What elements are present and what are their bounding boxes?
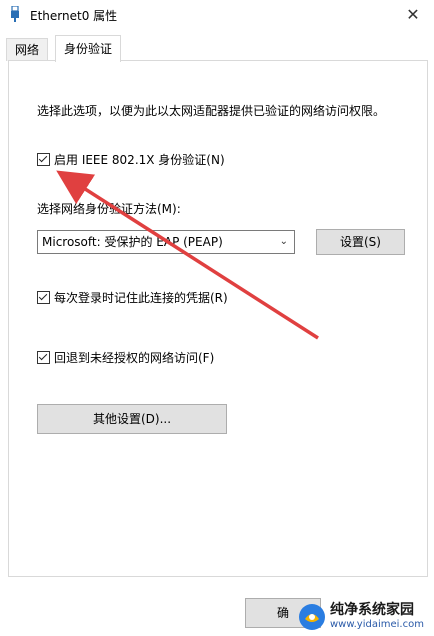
tab-network[interactable]: 网络	[6, 38, 49, 61]
checkbox-checked-icon[interactable]	[37, 351, 50, 364]
auth-method-value: Microsoft: 受保护的 EAP (PEAP)	[42, 235, 223, 249]
enable-8021x-checkbox[interactable]: 启用 IEEE 802.1X 身份验证(N)	[37, 151, 225, 168]
network-adapter-icon	[11, 6, 19, 22]
fallback-access-label: 回退到未经授权的网络访问(F)	[54, 351, 215, 365]
method-label: 选择网络身份验证方法(M):	[37, 202, 181, 216]
chevron-down-icon: ⌄	[279, 236, 288, 247]
settings-button[interactable]: 设置(S)	[316, 229, 405, 255]
watermark-name: 纯净系统家园	[330, 602, 414, 619]
site-logo-icon	[299, 603, 325, 630]
remember-credentials-label: 每次登录时记住此连接的凭据(R)	[54, 291, 228, 305]
tab-panel	[8, 60, 428, 577]
title-bar: Ethernet0 属性 ✕	[0, 0, 434, 30]
fallback-access-checkbox[interactable]: 回退到未经授权的网络访问(F)	[37, 349, 214, 366]
enable-8021x-label: 启用 IEEE 802.1X 身份验证(N)	[54, 153, 225, 167]
checkbox-checked-icon[interactable]	[37, 291, 50, 304]
checkbox-checked-icon[interactable]	[37, 153, 50, 166]
remember-credentials-checkbox[interactable]: 每次登录时记住此连接的凭据(R)	[37, 289, 228, 306]
watermark: 纯净系统家园 www.yidaimei.com	[298, 597, 434, 636]
close-icon[interactable]: ✕	[402, 4, 424, 26]
watermark-url: www.yidaimei.com	[330, 618, 424, 630]
window-title: Ethernet0 属性	[30, 9, 118, 23]
auth-method-select[interactable]: Microsoft: 受保护的 EAP (PEAP) ⌄	[37, 230, 295, 254]
other-settings-button[interactable]: 其他设置(D)...	[37, 404, 227, 434]
description-text: 选择此选项，以便为此以太网适配器提供已验证的网络访问权限。	[37, 104, 386, 118]
tab-authentication[interactable]: 身份验证	[55, 35, 122, 62]
